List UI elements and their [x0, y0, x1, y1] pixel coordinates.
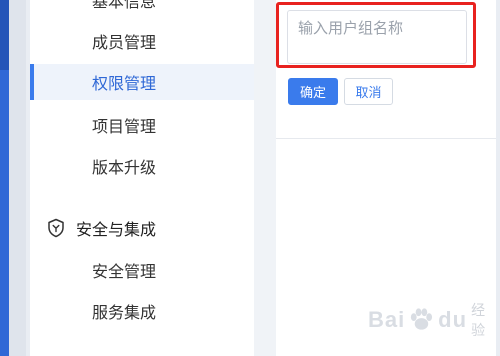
watermark-text: Bai: [368, 307, 406, 332]
watermark-text-after: du: [438, 307, 468, 332]
sidebar-item-label: 服务集成: [92, 305, 157, 322]
sidebar-item-label: 安全管理: [92, 264, 157, 281]
section-divider: [276, 138, 500, 139]
baidu-watermark: Bai du 经验: [368, 300, 500, 340]
settings-sidebar: 基本信息 成员管理 权限管理 项目管理 版本升级 安全与集成 安全管理 服务集成: [30, 0, 254, 356]
sidebar-item-label: 基本信息: [92, 0, 157, 11]
layout-gutter: [254, 0, 276, 356]
sidebar-group-title: 安全与集成: [76, 222, 157, 239]
cancel-button[interactable]: 取消: [344, 78, 393, 105]
sidebar-group-security[interactable]: 安全与集成: [30, 210, 254, 246]
paw-icon: [411, 308, 433, 330]
watermark-sub: 经验: [471, 302, 487, 338]
sidebar-item-label: 版本升级: [92, 160, 157, 177]
sidebar-item-service-integration[interactable]: 服务集成: [30, 293, 254, 329]
sidebar-item-members[interactable]: 成员管理: [30, 23, 254, 59]
sidebar-item-label: 项目管理: [92, 119, 157, 136]
sidebar-item-label: 权限管理: [92, 76, 157, 93]
nav-rail-top: [0, 0, 9, 70]
group-name-input[interactable]: [287, 10, 467, 64]
app-left-edge: [0, 0, 26, 356]
shield-icon: [46, 218, 66, 238]
sidebar-item-security-management[interactable]: 安全管理: [30, 252, 254, 288]
sidebar-item-projects[interactable]: 项目管理: [30, 107, 254, 143]
sidebar-item-basic-info[interactable]: 基本信息: [30, 0, 254, 18]
sidebar-item-label: 成员管理: [92, 35, 157, 52]
confirm-button[interactable]: 确定: [288, 78, 338, 105]
sidebar-item-permissions[interactable]: 权限管理: [30, 64, 254, 100]
sidebar-item-upgrade[interactable]: 版本升级: [30, 148, 254, 184]
